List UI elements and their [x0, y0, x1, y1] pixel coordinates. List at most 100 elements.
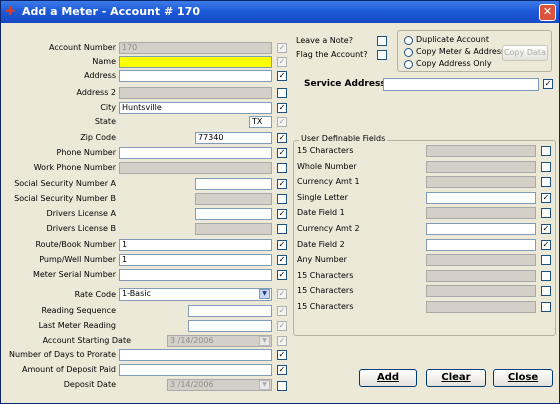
meter-serial-check[interactable]: ✓ — [277, 270, 287, 280]
udf-label: Single Letter — [297, 193, 348, 202]
state-check: ✓ — [277, 117, 287, 127]
udf-label: Any Number — [297, 255, 347, 264]
copy-address-only-radio[interactable] — [404, 60, 413, 69]
service-address-input[interactable] — [383, 78, 539, 91]
copy-meter-address-radio[interactable] — [404, 48, 413, 57]
phone-number-input[interactable] — [119, 147, 272, 159]
udf-checkbox[interactable] — [541, 177, 551, 187]
ssn-b-label: Social Security Number B — [14, 194, 116, 203]
add-button[interactable]: Add — [359, 369, 417, 387]
pump-well-input[interactable]: 1 — [119, 254, 272, 266]
rate-code-label: Rate Code — [74, 290, 116, 299]
close-button-label: Close — [507, 372, 539, 383]
address2-label: Address 2 — [76, 88, 117, 97]
ssn-a-label: Social Security Number A — [14, 179, 116, 188]
add-meter-window: ✚ Add a Meter - Account # 170 ✕ Account … — [0, 0, 560, 404]
udf-label: Whole Number — [297, 162, 357, 171]
udf-checkbox[interactable]: ✓ — [541, 193, 551, 203]
ssn-a-input[interactable] — [195, 178, 272, 190]
address2-field — [119, 87, 272, 99]
udf-checkbox[interactable] — [541, 146, 551, 156]
add-button-label: Add — [376, 372, 400, 383]
name-label: Name — [92, 57, 116, 66]
last-meter-reading-check: ✓ — [277, 321, 287, 331]
deposit-paid-input[interactable] — [119, 364, 272, 376]
address-input[interactable] — [119, 70, 272, 82]
state-input[interactable]: TX — [249, 116, 272, 128]
zip-code-input[interactable]: 77340 — [195, 132, 272, 144]
route-book-input[interactable]: 1 — [119, 239, 272, 251]
phone-number-check[interactable]: ✓ — [277, 148, 287, 158]
city-input[interactable]: Huntsville — [119, 102, 272, 114]
city-label: City — [100, 103, 116, 112]
pump-well-check[interactable]: ✓ — [277, 255, 287, 265]
close-window-button[interactable]: ✕ — [539, 4, 556, 21]
clear-button[interactable]: Clear — [426, 369, 486, 387]
duplicate-account-label: Duplicate Account — [416, 35, 489, 44]
flag-account-label: Flag the Account? — [296, 50, 368, 59]
days-to-prorate-check[interactable]: ✓ — [277, 350, 287, 360]
account-number-check: ✓ — [277, 43, 287, 53]
title-bar[interactable]: ✚ Add a Meter - Account # 170 ✕ — [1, 1, 559, 23]
meter-app-icon: ✚ — [5, 4, 16, 18]
deposit-paid-check[interactable]: ✓ — [277, 365, 287, 375]
udf-input[interactable] — [426, 223, 536, 235]
ssn-b-field — [195, 193, 272, 205]
last-meter-reading-input[interactable] — [188, 320, 272, 332]
udf-input — [426, 301, 536, 313]
ssn-a-check[interactable]: ✓ — [277, 179, 287, 189]
udf-checkbox[interactable] — [541, 271, 551, 281]
duplicate-account-radio[interactable] — [404, 36, 413, 45]
rate-code-dropdown-icon[interactable]: ▼ — [259, 289, 270, 299]
deposit-date-field: 3 /14/2006 — [167, 379, 272, 391]
ssn-b-check[interactable] — [277, 194, 287, 204]
address2-check[interactable] — [277, 88, 287, 98]
udf-checkbox[interactable]: ✓ — [541, 240, 551, 250]
udf-checkbox[interactable]: ✓ — [541, 224, 551, 234]
rate-code-check: ✓ — [277, 289, 287, 299]
udf-checkbox[interactable] — [541, 255, 551, 265]
deposit-date-dropdown-icon: ▼ — [259, 380, 270, 390]
udf-label: Date Field 1 — [297, 208, 345, 217]
service-address-label: Service Address — [304, 79, 386, 89]
udf-checkbox[interactable] — [541, 208, 551, 218]
city-check[interactable]: ✓ — [277, 103, 287, 113]
udf-input — [426, 161, 536, 173]
udf-input — [426, 207, 536, 219]
udf-checkbox[interactable] — [541, 162, 551, 172]
user-definable-fields-title: User Definable Fields — [299, 134, 388, 143]
route-book-check[interactable]: ✓ — [277, 240, 287, 250]
rate-code-select[interactable]: 1-Basic — [119, 288, 272, 301]
udf-input[interactable] — [426, 192, 536, 204]
udf-label: 15 Characters — [297, 146, 354, 155]
work-phone-check[interactable] — [277, 163, 287, 173]
udf-label: 15 Characters — [297, 271, 354, 280]
zip-code-check[interactable]: ✓ — [277, 133, 287, 143]
udf-input — [426, 145, 536, 157]
udf-input — [426, 285, 536, 297]
deposit-date-check[interactable] — [277, 381, 287, 391]
name-input[interactable] — [119, 56, 272, 68]
meter-serial-input[interactable] — [119, 269, 272, 281]
drivers-license-a-input[interactable] — [195, 208, 272, 220]
udf-input — [426, 270, 536, 282]
route-book-label: Route/Book Number — [35, 240, 116, 249]
state-label: State — [94, 117, 116, 126]
close-button[interactable]: Close — [493, 369, 553, 387]
udf-checkbox[interactable] — [541, 302, 551, 312]
udf-input[interactable] — [426, 239, 536, 251]
drivers-license-b-check[interactable] — [277, 224, 287, 234]
drivers-license-a-check[interactable]: ✓ — [277, 209, 287, 219]
udf-checkbox[interactable] — [541, 286, 551, 296]
reading-sequence-input[interactable] — [188, 305, 272, 317]
leave-note-checkbox[interactable] — [377, 36, 387, 46]
account-starting-date-check: ✓ — [277, 336, 287, 346]
work-phone-field — [119, 162, 272, 174]
service-address-check[interactable]: ✓ — [543, 79, 553, 89]
days-to-prorate-input[interactable] — [119, 349, 272, 361]
copy-data-button[interactable]: Copy Data — [502, 45, 548, 61]
meter-serial-label: Meter Serial Number — [32, 270, 116, 279]
address-check[interactable]: ✓ — [277, 71, 287, 81]
account-number-label: Account Number — [49, 43, 116, 52]
flag-account-checkbox[interactable] — [377, 50, 387, 60]
